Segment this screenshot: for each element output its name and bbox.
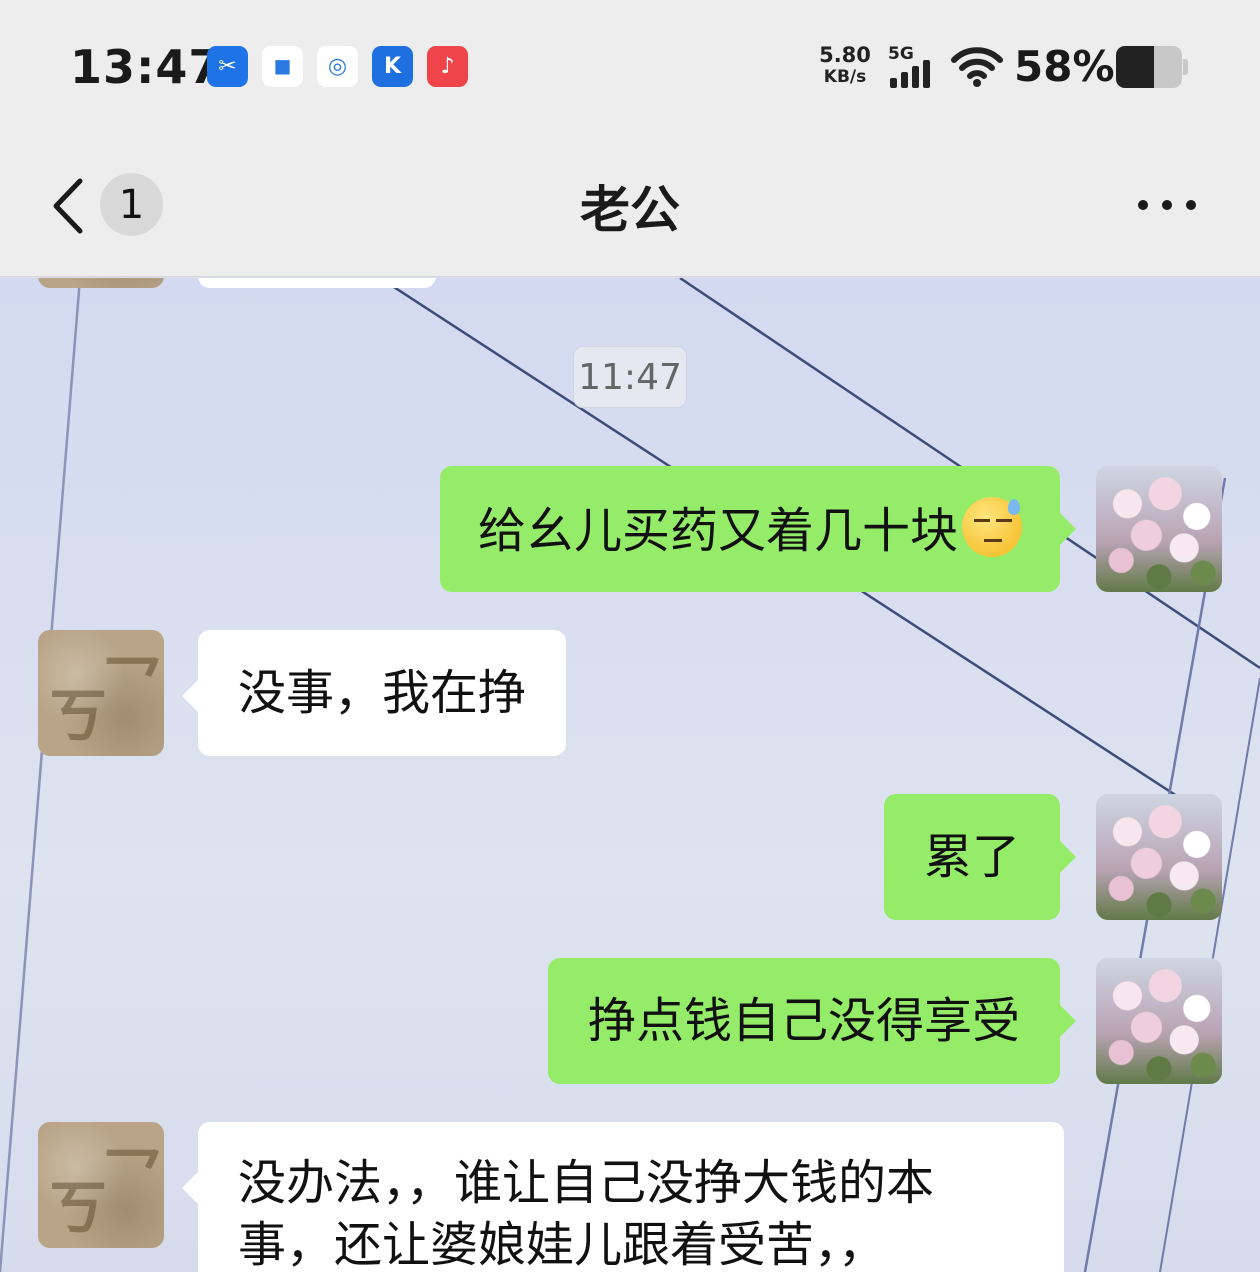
message-text: 挣点钱自己没得享受 [587,993,1020,1049]
unread-count-badge[interactable]: 1 [100,173,163,236]
my-avatar[interactable] [1096,794,1222,920]
kugou-app-icon: K [372,46,413,87]
chat-message-list[interactable]: 11:47 给幺儿买药又着几十块 ㄎ 乛 没事，我在挣 累了 挣点钱自己没得享受… [0,278,1260,1272]
network-speed-value: 5.80 [819,43,871,67]
battery-icon [1116,46,1188,88]
back-icon[interactable] [48,175,88,237]
message-bubble-outgoing[interactable]: 挣点钱自己没得享受 [547,958,1077,1084]
message-text: 累了 [923,829,1020,885]
contact-avatar[interactable]: ㄎ 乛 [38,1122,164,1248]
message-text: 没办法，，谁让自己没挣大钱的本事，还让婆娘娃儿跟着受苦，， [238,1155,935,1272]
message-bubble-incoming[interactable]: 没事，我在挣 [181,630,567,756]
message-timestamp: 11:47 [573,346,687,408]
sweat-face-emoji-icon [962,497,1022,557]
wifi-icon [951,47,1003,87]
battery-percent: 58% [1014,42,1115,91]
network-speed-unit: KB/s [823,67,867,87]
network-speed: 5.80 KB/s [815,44,875,88]
my-avatar[interactable] [1096,958,1222,1084]
cellular-signal-icon: 5G [888,44,940,88]
message-bubble-partial[interactable] [198,278,436,288]
more-options-icon[interactable] [1138,193,1202,217]
message-bubble-outgoing[interactable]: 给幺儿买药又着几十块 [439,466,1077,592]
message-text: 没事，我在挣 [238,665,527,721]
screenshot-app-icon: ✂ [207,46,248,87]
notification-icons: ✂ ◼ ◎ K ♪ [207,46,468,87]
carrier-app-icon: ◎ [317,46,358,87]
status-time: 13:47 [70,40,222,94]
status-bar: 13:47 ✂ ◼ ◎ K ♪ 5.80 KB/s 5G 58% [0,0,1260,135]
chat-header: 1 老公 [0,135,1260,277]
contact-avatar[interactable] [38,278,164,288]
music-app-icon: ♪ [427,46,468,87]
message-text: 给幺儿买药又着几十块 [477,503,958,559]
contact-avatar[interactable]: ㄎ 乛 [38,630,164,756]
my-avatar[interactable] [1096,466,1222,592]
message-bubble-outgoing[interactable]: 累了 [883,794,1077,920]
message-bubble-incoming[interactable]: 没办法，，谁让自己没挣大钱的本事，还让婆娘娃儿跟着受苦，， [182,1122,1064,1272]
chat-title: 老公 [580,181,680,239]
message-app-icon: ◼ [262,46,303,87]
